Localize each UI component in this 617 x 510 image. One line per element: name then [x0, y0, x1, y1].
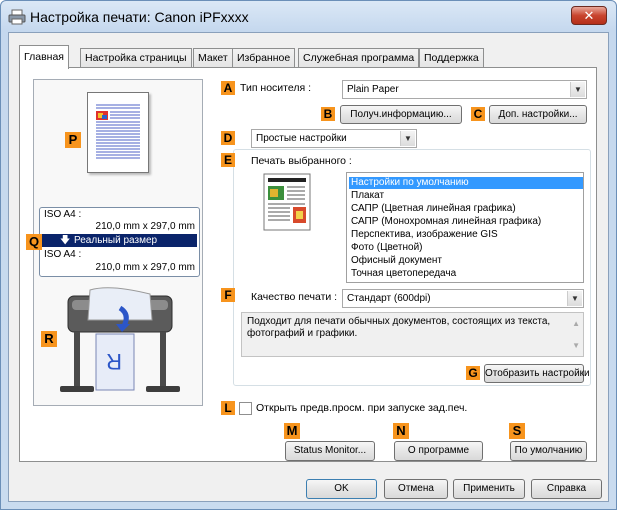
quality-description: Подходит для печати обычных документов, …	[241, 312, 584, 357]
chevron-down-icon: ▼	[567, 291, 582, 306]
output-size-value: 210,0 mm x 297,0 mm	[95, 262, 195, 273]
print-target-label: Печать выбранного :	[251, 155, 352, 167]
status-monitor-button[interactable]: Status Monitor...	[285, 441, 375, 461]
mode-select[interactable]: Простые настройки ▼	[251, 129, 417, 148]
ok-button[interactable]: OK	[306, 479, 377, 499]
help-button[interactable]: Справка	[531, 479, 602, 499]
scroll-down-icon[interactable]: ▼	[572, 340, 580, 352]
list-item[interactable]: Перспектива, изображение GIS	[349, 229, 583, 241]
open-preview-checkbox[interactable]	[239, 402, 252, 415]
list-item[interactable]: Фото (Цветной)	[349, 242, 583, 254]
list-item[interactable]: САПР (Цветная линейная графика)	[349, 203, 583, 215]
apply-button[interactable]: Применить	[453, 479, 525, 499]
marker-q: Q	[26, 234, 42, 250]
tab-page-setup[interactable]: Настройка страницы	[80, 48, 192, 68]
marker-p: P	[65, 132, 81, 148]
marker-a: A	[221, 81, 235, 95]
marker-r: R	[41, 331, 57, 347]
cancel-button[interactable]: Отмена	[384, 479, 448, 499]
close-icon: ✕	[583, 8, 595, 23]
open-preview-label: Открыть предв.просм. при запуске зад.печ…	[256, 402, 468, 414]
arrow-down-icon: 🡇	[60, 235, 71, 246]
actual-size-row[interactable]: 🡇 Реальный размер	[42, 234, 197, 247]
output-size-label: ISO A4 :	[44, 249, 82, 260]
list-item[interactable]: Плакат	[349, 190, 583, 202]
marker-c: C	[471, 107, 485, 121]
scroll-up-icon[interactable]: ▲	[572, 318, 580, 330]
print-quality-value: Стандарт (600dpi)	[347, 293, 431, 304]
list-item[interactable]: Настройки по умолчанию	[349, 177, 583, 189]
actual-size-label: Реальный размер	[74, 235, 158, 246]
marker-n: N	[393, 423, 409, 439]
marker-d: D	[221, 131, 235, 145]
list-item[interactable]: Точная цветопередача	[349, 268, 583, 280]
tab-favorites[interactable]: Избранное	[232, 48, 296, 68]
get-info-button[interactable]: Получ.информацию...	[340, 105, 462, 124]
list-item[interactable]: САПР (Монохромная линейная графика)	[349, 216, 583, 228]
media-type-value: Plain Paper	[347, 84, 399, 95]
marker-l: L	[221, 401, 235, 415]
printer-icon	[8, 9, 26, 25]
list-item[interactable]: Офисный документ	[349, 255, 583, 267]
marker-e: E	[221, 153, 235, 167]
paper-size-panel: ISO A4 : 210,0 mm x 297,0 mm 🡇 Реальный …	[39, 207, 200, 277]
marker-g: G	[466, 366, 480, 380]
marker-s: S	[509, 423, 525, 439]
svg-text:R: R	[106, 349, 122, 374]
print-quality-label: Качество печати :	[251, 291, 338, 303]
marker-f: F	[221, 288, 235, 302]
large-format-printer-illustration: R	[50, 286, 190, 404]
restore-defaults-button[interactable]: По умолчанию	[510, 441, 587, 461]
print-quality-select[interactable]: Стандарт (600dpi) ▼	[342, 289, 584, 308]
tab-layout[interactable]: Макет	[193, 48, 233, 68]
tab-support[interactable]: Поддержка	[419, 48, 484, 68]
show-settings-button[interactable]: Отобразить настройки	[484, 364, 590, 383]
media-type-select[interactable]: Plain Paper ▼	[342, 80, 587, 99]
window-title: Настройка печати: Canon iPFxxxx	[30, 9, 249, 25]
about-button[interactable]: О программе	[394, 441, 483, 461]
chevron-down-icon: ▼	[570, 82, 585, 97]
advanced-settings-button[interactable]: Доп. настройки...	[489, 105, 587, 124]
document-preview-icon	[260, 172, 314, 232]
media-type-label: Тип носителя :	[240, 82, 312, 94]
input-size-value: 210,0 mm x 297,0 mm	[95, 221, 195, 232]
marker-m: M	[284, 423, 300, 439]
chevron-down-icon: ▼	[400, 131, 415, 146]
tab-main[interactable]: Главная	[19, 45, 69, 69]
quality-description-text: Подходит для печати обычных документов, …	[247, 316, 551, 339]
close-button[interactable]: ✕	[571, 6, 607, 25]
page-preview-thumbnail	[87, 92, 149, 173]
input-size-label: ISO A4 :	[44, 209, 82, 220]
print-target-listbox[interactable]: Настройки по умолчанию Плакат САПР (Цвет…	[346, 172, 584, 283]
tab-utility[interactable]: Служебная программа	[298, 48, 420, 68]
mode-value: Простые настройки	[256, 133, 347, 144]
marker-b: B	[321, 107, 335, 121]
